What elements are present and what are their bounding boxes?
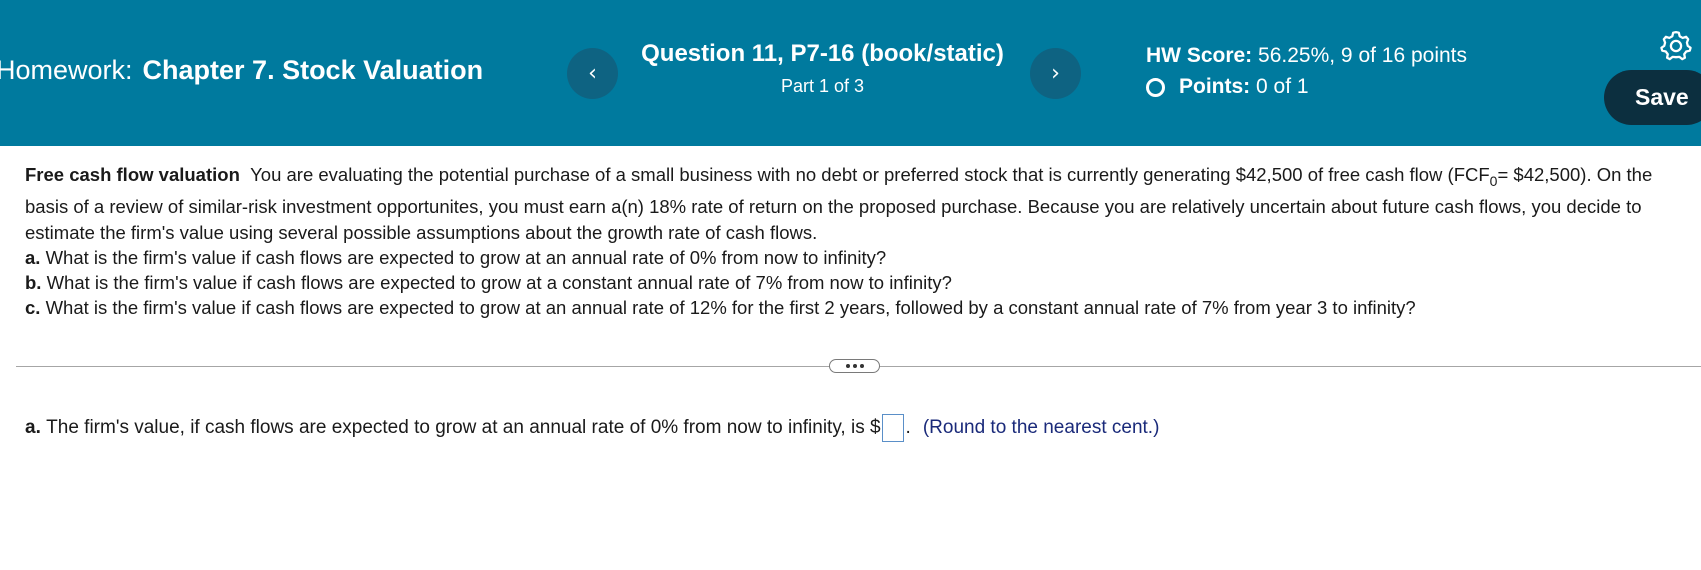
- points: Points: 0 of 1: [1146, 75, 1467, 99]
- score-info: HW Score: 56.25%, 9 of 16 points Points:…: [1146, 44, 1467, 99]
- homework-chapter-title: Chapter 7. Stock Valuation: [142, 55, 484, 85]
- gear-icon[interactable]: [1659, 29, 1693, 63]
- rounding-hint: (Round to the nearest cent.): [922, 417, 1160, 438]
- previous-question-button[interactable]: ‹: [567, 48, 618, 99]
- header-bar: Homework: Chapter 7. Stock Valuation ‹ Qu…: [0, 0, 1701, 146]
- points-label: Points:: [1179, 75, 1251, 98]
- hw-score-value: 56.25%, 9 of 16 points: [1258, 44, 1468, 67]
- next-question-button[interactable]: ›: [1030, 48, 1081, 99]
- answer-letter: a.: [25, 417, 41, 438]
- question-item-b-text: What is the firm's value if cash flows a…: [46, 272, 952, 294]
- chevron-left-icon: ‹: [588, 61, 597, 86]
- question-item-a: a. What is the firm's value if cash flow…: [25, 245, 1685, 270]
- question-item-b: b. What is the firm's value if cash flow…: [25, 270, 1685, 295]
- answer-period: .: [905, 417, 911, 438]
- answer-text: The firm's value, if cash flows are expe…: [46, 417, 881, 438]
- question-item-c-letter: c.: [25, 297, 41, 319]
- question-title: Question 11, P7-16 (book/static): [641, 40, 1004, 67]
- problem-statement: Free cash flow valuation You are evaluat…: [25, 162, 1685, 321]
- problem-intro-text-1: You are evaluating the potential purchas…: [250, 164, 1490, 185]
- homework-label: Homework:: [0, 55, 133, 85]
- question-item-c: c. What is the firm's value if cash flow…: [25, 295, 1685, 320]
- question-item-b-letter: b.: [25, 272, 42, 294]
- points-value: 0 of 1: [1256, 75, 1309, 98]
- answer-line: a. The firm's value, if cash flows are e…: [25, 414, 1159, 442]
- expand-more-button[interactable]: [829, 359, 880, 373]
- answer-input[interactable]: [881, 414, 904, 442]
- chevron-right-icon: ›: [1051, 61, 1060, 86]
- hw-score: HW Score: 56.25%, 9 of 16 points: [1146, 44, 1467, 68]
- problem-intro: Free cash flow valuation You are evaluat…: [25, 162, 1685, 245]
- ellipsis-icon: [845, 364, 850, 368]
- hw-score-label: HW Score:: [1146, 44, 1253, 67]
- question-item-a-text: What is the firm's value if cash flows a…: [45, 246, 887, 268]
- question-item-a-letter: a.: [25, 246, 41, 268]
- question-item-c-text: What is the firm's value if cash flows a…: [45, 297, 1416, 319]
- circle-status-icon: [1146, 77, 1165, 97]
- question-part: Part 1 of 3: [780, 76, 865, 96]
- ellipsis-dot: [852, 364, 857, 368]
- homework-title: Homework: Chapter 7. Stock Valuation: [0, 55, 483, 86]
- problem-heading: Free cash flow valuation: [25, 164, 240, 185]
- ellipsis-dot: [859, 364, 864, 368]
- question-info: Question 11, P7-16 (book/static) Part 1 …: [630, 40, 1015, 97]
- save-button[interactable]: Save: [1604, 70, 1701, 125]
